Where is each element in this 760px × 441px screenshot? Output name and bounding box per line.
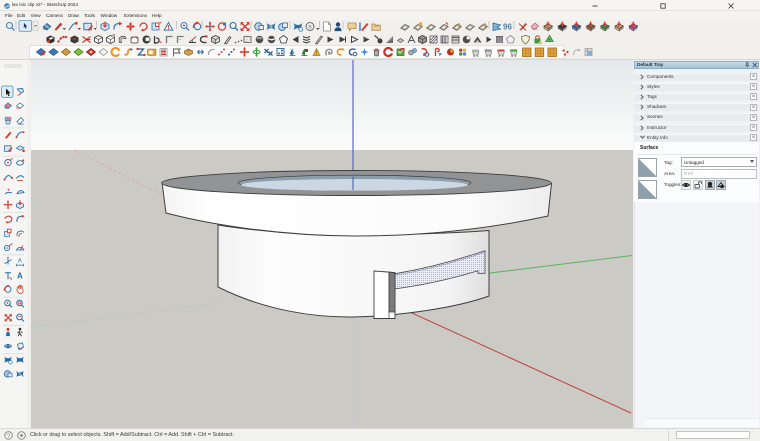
- svg-text:A: A: [18, 259, 22, 265]
- svg-text:A: A: [17, 272, 23, 281]
- svg-text:96: 96: [503, 23, 512, 32]
